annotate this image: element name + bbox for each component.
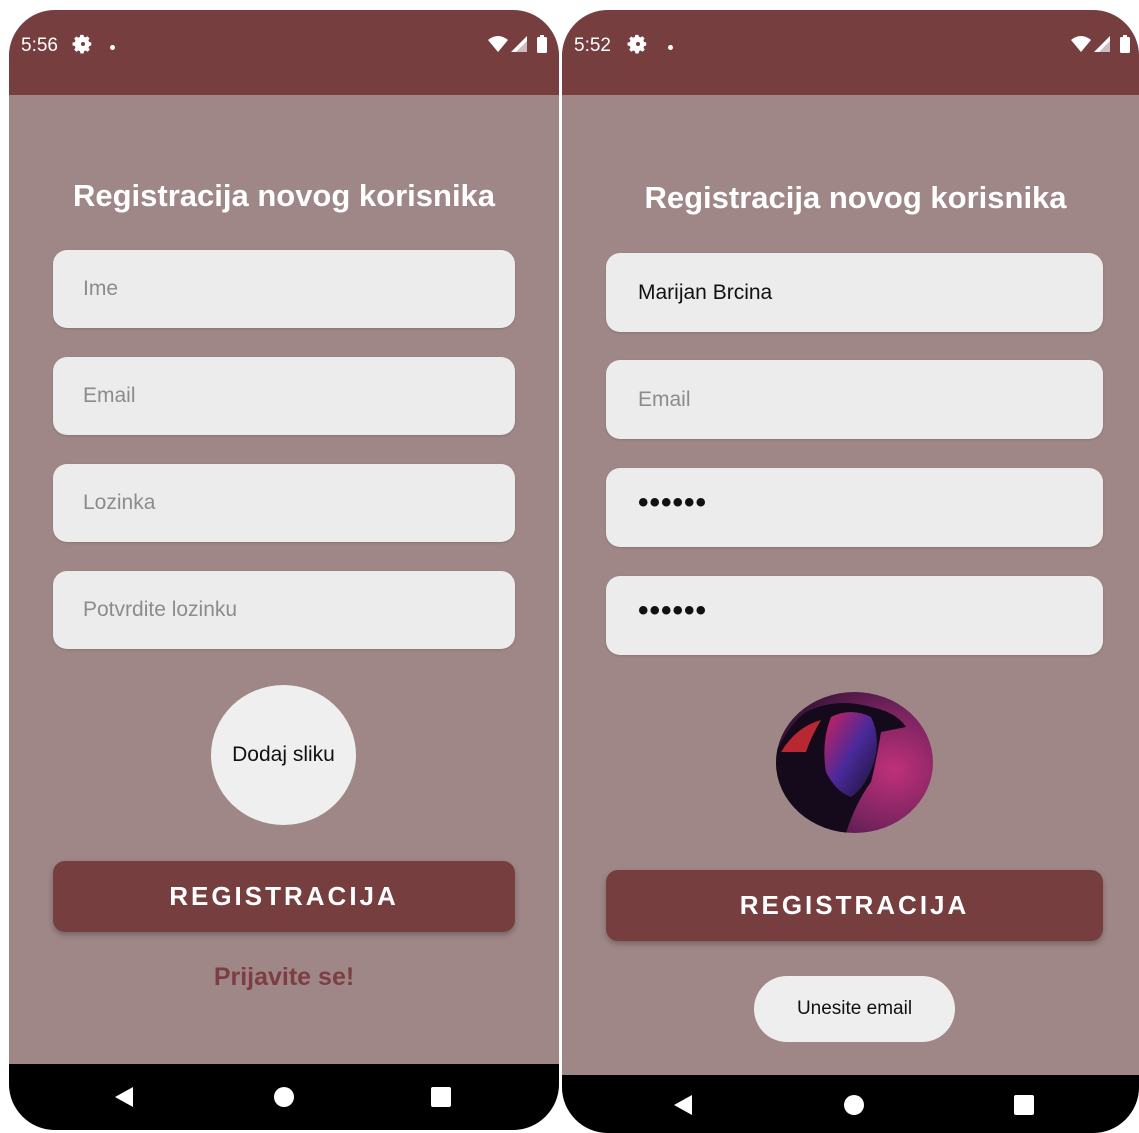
battery-icon [1120,35,1130,53]
confirm-password-placeholder: Potvrdite lozinku [83,598,238,621]
name-placeholder: Ime [83,277,119,300]
toast-text: Unesite email [796,998,913,1019]
password-field[interactable]: Lozinka [53,464,515,542]
status-bar: 5:56 [9,10,559,95]
status-bar: 5:52 [562,10,1139,95]
wifi-icon [488,36,508,52]
register-button[interactable]: REGISTRACIJA [53,861,515,932]
confirm-password-field[interactable]: •••••• [606,576,1103,655]
profile-photo-image [776,692,933,833]
notification-dot [668,45,673,50]
email-placeholder: Email [83,384,136,407]
gear-icon [72,33,94,60]
confirm-password-value: •••••• [638,593,708,627]
confirm-password-field[interactable]: Potvrdite lozinku [53,571,515,649]
page-title: Registracija novog korisnika [72,178,496,213]
password-field[interactable]: •••••• [606,468,1103,547]
add-photo-button[interactable]: Dodaj sliku [211,685,356,825]
login-link[interactable]: Prijavite se! [9,963,559,992]
profile-photo[interactable] [776,692,933,833]
status-icons [1070,34,1139,61]
name-value: Marijan Brcina [638,280,773,304]
email-placeholder: Email [638,387,691,411]
notification-dot [110,45,115,50]
left-phone-screen: 5:56 Registracija novog korisnika Ime Em… [9,10,559,1130]
status-time: 5:52 [574,35,611,56]
email-field[interactable]: Email [606,360,1103,439]
cellular-signal-icon [1094,36,1110,52]
toast-message: Unesite email [754,976,955,1042]
register-label: REGISTRACIJA [739,890,970,920]
status-time: 5:56 [21,35,58,56]
page-title: Registracija novog korisnika [644,180,1067,215]
name-field[interactable]: Marijan Brcina [606,253,1103,332]
battery-icon [537,35,547,53]
wifi-icon [1071,36,1091,52]
nav-back-icon[interactable] [672,1093,694,1122]
nav-home-icon[interactable] [273,1086,295,1113]
status-icons [487,34,557,61]
navigation-bar [9,1064,559,1130]
cellular-signal-icon [511,36,527,52]
register-button[interactable]: REGISTRACIJA [606,870,1103,941]
gear-icon [627,33,649,60]
password-placeholder: Lozinka [83,491,156,514]
register-label: REGISTRACIJA [169,881,399,911]
password-value: •••••• [638,485,708,519]
email-field[interactable]: Email [53,357,515,435]
nav-back-icon[interactable] [113,1085,135,1114]
nav-recents-icon[interactable] [1013,1094,1035,1121]
navigation-bar [562,1075,1139,1133]
nav-recents-icon[interactable] [430,1086,452,1113]
add-photo-label: Dodaj sliku [232,743,335,766]
nav-home-icon[interactable] [843,1094,865,1121]
name-field[interactable]: Ime [53,250,515,328]
right-phone-screen: 5:52 Registracija novog korisnika Marija… [562,10,1139,1133]
